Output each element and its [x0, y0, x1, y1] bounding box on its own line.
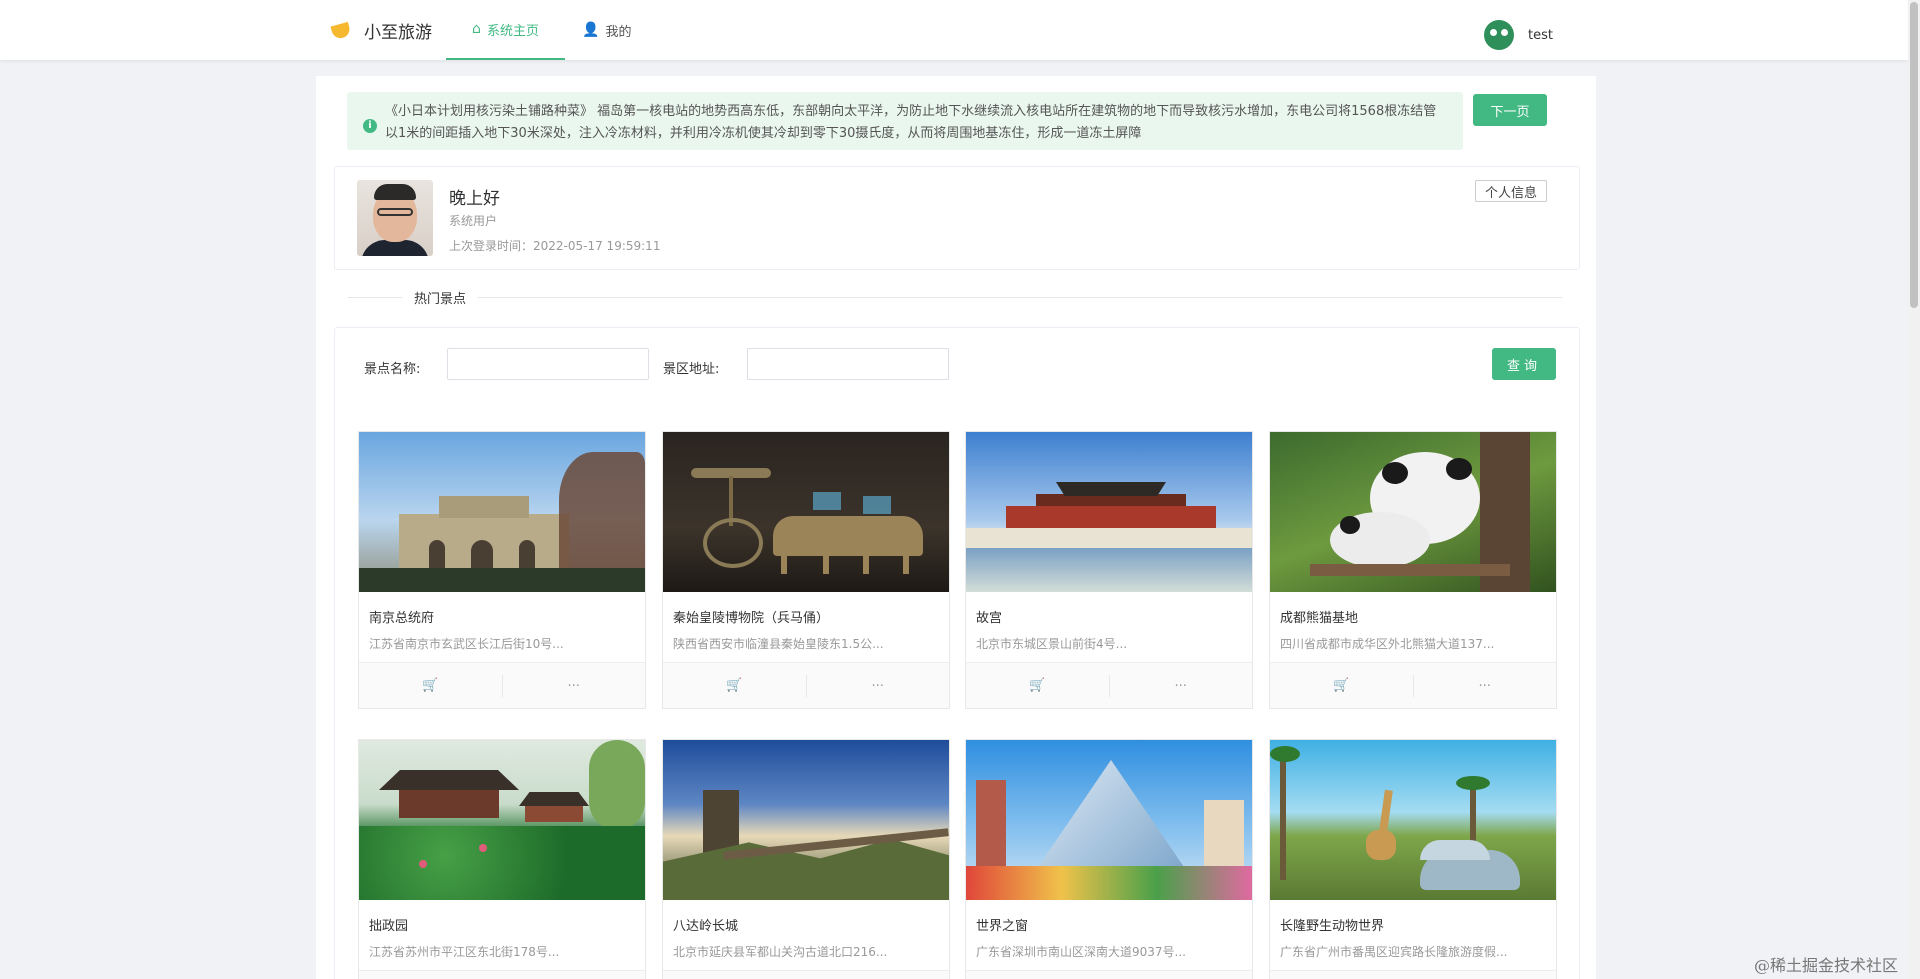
card-actions: 🛒 ··· [663, 970, 949, 979]
cart-icon[interactable]: 🛒 [359, 663, 502, 708]
last-login-time: 上次登录时间：2022-05-17 19:59:11 [449, 239, 661, 253]
spot-name-label: 景点名称: [364, 362, 421, 377]
spot-image [663, 432, 949, 592]
spot-title: 长隆野生动物世界 [1280, 919, 1385, 934]
profile-photo [357, 180, 433, 256]
card-actions: 🛒 ··· [359, 662, 645, 708]
greeting-text: 晚上好 [449, 189, 500, 209]
spot-title: 秦始皇陵博物院（兵马俑） [673, 611, 830, 626]
cart-icon[interactable]: 🛒 [663, 971, 806, 979]
watermark-text: @稀土掘金技术社区 [1754, 956, 1899, 975]
spot-image [966, 740, 1252, 900]
card-actions: 🛒 ··· [1270, 662, 1556, 708]
spot-image [359, 432, 645, 592]
section-title: 热门景点 [402, 288, 479, 307]
spot-address: 四川省成都市成华区外北熊猫大道137... [1280, 637, 1495, 651]
spot-card[interactable]: 长隆野生动物世界 广东省广州市番禺区迎宾路长隆旅游度假... 🛒 ··· [1269, 739, 1557, 979]
nav-mine-tab[interactable]: 👤 我的 [582, 0, 631, 60]
spot-title: 八达岭长城 [673, 919, 739, 934]
cart-icon[interactable]: 🛒 [359, 971, 502, 979]
spot-address: 广东省广州市番禺区迎宾路长隆旅游度假... [1280, 945, 1508, 959]
spot-address-input[interactable] [747, 348, 949, 380]
section-divider [348, 297, 1562, 298]
notice-text: 《小日本计划用核污染土铺路种菜》 福岛第一核电站的地势西高东低，东部朝向太平洋，… [385, 104, 1437, 141]
user-role: 系统用户 [449, 214, 498, 228]
spot-card[interactable]: 八达岭长城 北京市延庆县军都山关沟古道北口216... 🛒 ··· [662, 739, 950, 979]
spot-address: 北京市东城区景山前街4号... [976, 637, 1128, 651]
main-content: i 《小日本计划用核污染土铺路种菜》 福岛第一核电站的地势西高东低，东部朝向太平… [316, 76, 1596, 979]
nav-home-label: 系统主页 [486, 23, 539, 39]
spot-address: 广东省深圳市南山区深南大道9037号... [976, 945, 1186, 959]
spot-card[interactable]: 世界之窗 广东省深圳市南山区深南大道9037号... 🛒 ··· [965, 739, 1253, 979]
info-icon: i [363, 119, 377, 133]
spot-image [663, 740, 949, 900]
cart-icon[interactable]: 🛒 [1270, 663, 1413, 708]
spot-title: 故宫 [976, 611, 1003, 626]
nav-mine-label: 我的 [605, 24, 632, 40]
brand-title: 小至旅游 [364, 23, 432, 43]
top-navbar: 小至旅游 ⌂ 系统主页 👤 我的 test [0, 0, 1920, 60]
banana-logo-icon [330, 22, 352, 40]
spot-title: 南京总统府 [369, 611, 435, 626]
personal-info-button[interactable]: 个人信息 [1475, 180, 1547, 202]
spot-card[interactable]: 拙政园 江苏省苏州市平江区东北街178号... 🛒 ··· [358, 739, 646, 979]
cart-icon[interactable]: 🛒 [1270, 971, 1413, 979]
scrollbar-thumb[interactable] [1910, 2, 1918, 308]
profile-card: 晚上好 系统用户 上次登录时间：2022-05-17 19:59:11 个人信息 [334, 166, 1580, 270]
spot-image [359, 740, 645, 900]
card-actions: 🛒 ··· [663, 662, 949, 708]
spot-address: 陕西省西安市临潼县秦始皇陵东1.5公... [673, 637, 884, 651]
notice-banner: i 《小日本计划用核污染土铺路种菜》 福岛第一核电站的地势西高东低，东部朝向太平… [347, 92, 1463, 150]
brand[interactable]: 小至旅游 [330, 18, 432, 43]
spot-address: 江苏省苏州市平江区东北街178号... [369, 945, 560, 959]
spot-image [1270, 740, 1556, 900]
username: test [1528, 27, 1553, 43]
card-actions: 🛒 ··· [359, 970, 645, 979]
home-icon: ⌂ [472, 21, 481, 37]
spot-address: 江苏省南京市玄武区长江后街10号... [369, 637, 564, 651]
spot-title: 成都熊猫基地 [1280, 611, 1359, 626]
more-button[interactable]: ··· [805, 675, 950, 697]
spot-card[interactable]: 成都熊猫基地 四川省成都市成华区外北熊猫大道137... 🛒 ··· [1269, 431, 1557, 709]
spot-title: 世界之窗 [976, 919, 1029, 934]
query-button[interactable]: 查询 [1492, 348, 1556, 380]
spot-address-label: 景区地址: [663, 362, 720, 377]
more-button[interactable]: ··· [1412, 675, 1557, 697]
cart-icon[interactable]: 🛒 [966, 663, 1109, 708]
more-button[interactable]: ··· [501, 675, 646, 697]
card-actions: 🛒 ··· [966, 662, 1252, 708]
user-icon: 👤 [582, 22, 600, 38]
spot-card[interactable]: 秦始皇陵博物院（兵马俑） 陕西省西安市临潼县秦始皇陵东1.5公... 🛒 ··· [662, 431, 950, 709]
spot-address: 北京市延庆县军都山关沟古道北口216... [673, 945, 888, 959]
card-actions: 🛒 ··· [966, 970, 1252, 979]
spot-image [1270, 432, 1556, 592]
spot-image [966, 432, 1252, 592]
spot-card[interactable]: 南京总统府 江苏省南京市玄武区长江后街10号... 🛒 ··· [358, 431, 646, 709]
spot-panel: 景点名称: 景区地址: 查询 南京总统府 江苏省南京市玄武区长江后街10号...… [334, 327, 1580, 979]
user-menu[interactable]: test [1484, 20, 1553, 50]
cart-icon[interactable]: 🛒 [663, 663, 806, 708]
spot-title: 拙政园 [369, 919, 409, 934]
cart-icon[interactable]: 🛒 [966, 971, 1109, 979]
spot-name-input[interactable] [447, 348, 649, 380]
avatar [1484, 20, 1514, 50]
more-button[interactable]: ··· [1108, 675, 1253, 697]
card-actions: 🛒 ··· [1270, 970, 1556, 979]
spot-card[interactable]: 故宫 北京市东城区景山前街4号... 🛒 ··· [965, 431, 1253, 709]
next-page-button[interactable]: 下一页 [1473, 94, 1547, 126]
nav-home-tab[interactable]: ⌂ 系统主页 [446, 0, 565, 60]
